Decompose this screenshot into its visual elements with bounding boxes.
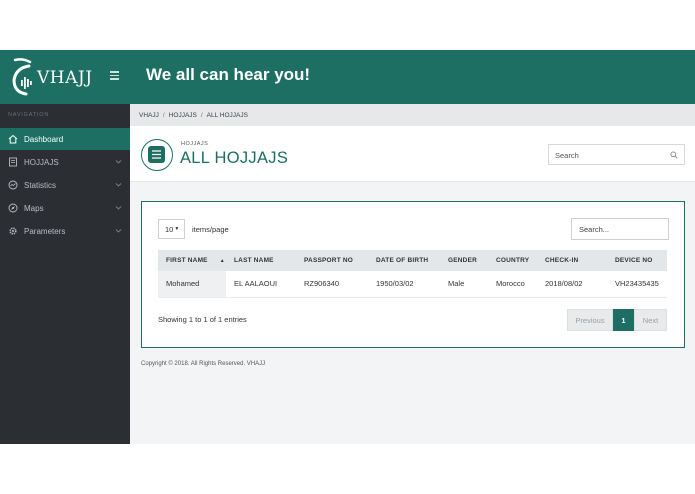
main-content: VHAJJ / HOJJAJS / ALL HOJJAJS HOJJAJS AL… (130, 104, 695, 444)
breadcrumb-separator: / (162, 111, 165, 119)
topbar-title: We all can hear you! (146, 65, 311, 84)
sidebar-item-label: Statistics (24, 180, 57, 190)
page-header: HOJJAJS ALL HOJJAJS (130, 126, 695, 182)
cell-gender: Male (440, 271, 488, 298)
header-search-input[interactable] (549, 146, 659, 165)
cell-passport-no: RZ906340 (296, 271, 368, 298)
home-icon (8, 134, 18, 144)
chevron-down-icon (115, 183, 122, 187)
column-header-date-of-birth[interactable]: DATE OF BIRTH (368, 250, 440, 271)
chevron-down-icon (115, 206, 122, 210)
hojjajs-table: FIRST NAME ▲ LAST NAME PASSPORT NO DATE O… (158, 250, 667, 298)
items-per-page-label: items/page (192, 225, 229, 234)
cell-last-name: EL AALAOUI (226, 271, 296, 298)
items-per-page-select[interactable]: 10 ▼ (158, 219, 185, 239)
chevron-down-icon (115, 160, 122, 164)
breadcrumb-item-hojjajs[interactable]: HOJJAJS (169, 112, 197, 119)
breadcrumb-item-vhajj[interactable]: VHAJJ (139, 112, 159, 119)
file-icon (9, 157, 17, 167)
column-header-gender[interactable]: GENDER (440, 250, 488, 271)
cell-date-of-birth: 1950/03/02 (368, 271, 440, 298)
sort-asc-icon: ▲ (219, 258, 225, 264)
topbar: We all can hear you! (130, 50, 695, 104)
chevron-down-icon (115, 229, 122, 233)
header-search (548, 144, 685, 165)
sidebar-item-maps[interactable]: Maps (0, 197, 130, 219)
gear-icon (9, 227, 17, 235)
cell-country: Morocco (488, 271, 537, 298)
cell-device-no: VH23435435 (607, 271, 667, 298)
page-subtitle: HOJJAJS (181, 141, 209, 147)
breadcrumb: VHAJJ / HOJJAJS / ALL HOJJAJS (130, 104, 695, 126)
table-search (571, 218, 669, 240)
page-title: ALL HOJJAJS (180, 149, 289, 167)
sidebar-item-parameters[interactable]: Parameters (0, 220, 130, 242)
table-search-input[interactable] (572, 219, 668, 240)
list-lines-icon (152, 150, 161, 159)
logo-text: VHAJJ (37, 68, 93, 88)
cell-check-in: 2018/08/02 (537, 271, 607, 298)
table-header-row: FIRST NAME ▲ LAST NAME PASSPORT NO DATE O… (158, 250, 667, 271)
nav-section-label: NAVIGATION (8, 112, 50, 118)
column-header-passport-no[interactable]: PASSPORT NO (296, 250, 368, 271)
column-header-last-name[interactable]: LAST NAME (226, 250, 296, 271)
sidebar-item-hojjajs[interactable]: HOJJAJS (0, 151, 130, 173)
logo-mark-icon (12, 58, 32, 96)
search-icon[interactable] (670, 151, 678, 159)
sidebar-item-dashboard[interactable]: Dashboard (0, 128, 130, 150)
chart-icon (8, 180, 18, 190)
page-1-button[interactable]: 1 (613, 309, 634, 331)
next-page-button[interactable]: Next (634, 309, 667, 331)
sidebar-item-label: Parameters (24, 226, 66, 236)
sidebar-item-label: HOJJAJS (24, 157, 59, 167)
sidebar-item-label: Maps (24, 203, 44, 213)
column-header-device-no[interactable]: DEVICE NO (607, 250, 667, 271)
logo[interactable]: VHAJJ (0, 50, 130, 104)
sidebar-item-statistics[interactable]: Statistics (0, 174, 130, 196)
entries-info: Showing 1 to 1 of 1 entries (158, 315, 247, 324)
app-window: VHAJJ NAVIGATION Dashboard HOJJAJS Stati… (0, 50, 695, 444)
column-header-check-in[interactable]: CHECK-IN (537, 250, 607, 271)
sidebar: VHAJJ NAVIGATION Dashboard HOJJAJS Stati… (0, 50, 130, 444)
menu-toggle-icon[interactable] (110, 71, 119, 80)
hojjajs-table-card: 10 ▼ items/page FIRST NAME▲ LAST NAME PA… (141, 201, 685, 348)
cell-first-name: Mohamed (158, 271, 226, 298)
column-header-country[interactable]: COUNTRY (488, 250, 537, 271)
list-icon (141, 139, 173, 171)
breadcrumb-item-current: ALL HOJJAJS (206, 111, 248, 119)
breadcrumb-separator: / (200, 111, 203, 119)
caret-down-icon: ▼ (174, 226, 180, 232)
pagination: Previous 1 Next (567, 309, 667, 331)
sidebar-item-label: Dashboard (24, 134, 64, 144)
table-row[interactable]: Mohamed EL AALAOUI RZ906340 1950/03/02 M… (158, 271, 667, 298)
column-header-first-name[interactable]: FIRST NAME ▲ (158, 250, 226, 271)
previous-page-button[interactable]: Previous (567, 309, 613, 331)
compass-icon (8, 203, 18, 213)
footer-copyright: Copyright © 2018. All Rights Reserved. V… (141, 361, 266, 367)
items-per-page-value: 10 (165, 224, 174, 234)
